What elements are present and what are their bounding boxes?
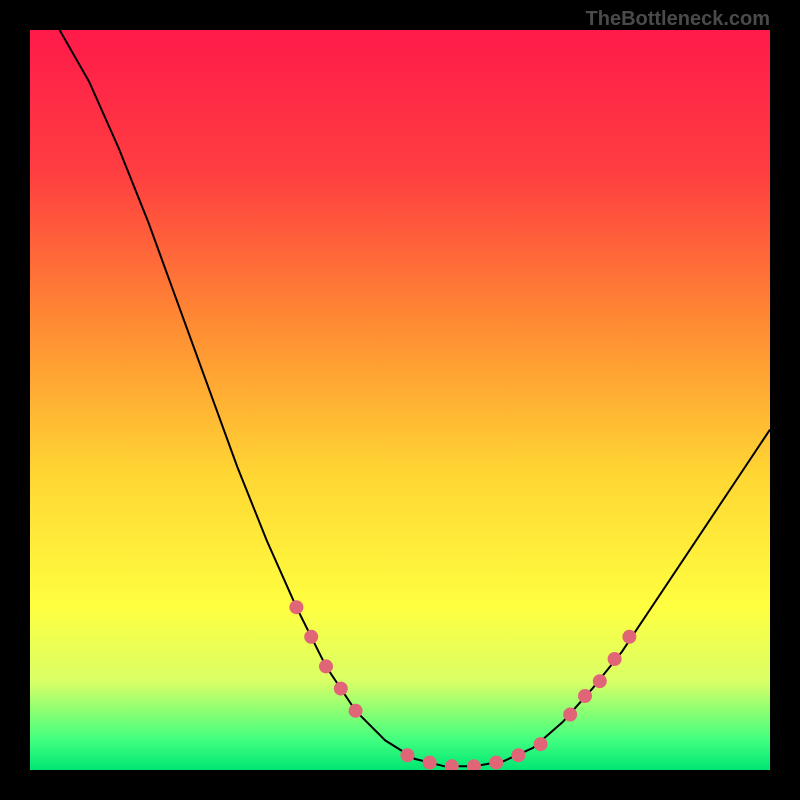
- marker-dot: [534, 737, 548, 751]
- data-markers: [289, 600, 636, 770]
- marker-dot: [511, 748, 525, 762]
- marker-dot: [578, 689, 592, 703]
- marker-dot: [593, 674, 607, 688]
- marker-dot: [489, 756, 503, 770]
- marker-dot: [563, 708, 577, 722]
- plot-area: [30, 30, 770, 770]
- curve-layer: [30, 30, 770, 770]
- marker-dot: [319, 659, 333, 673]
- marker-dot: [334, 682, 348, 696]
- marker-dot: [445, 759, 459, 770]
- marker-dot: [467, 759, 481, 770]
- marker-dot: [349, 704, 363, 718]
- watermark-text: TheBottleneck.com: [586, 8, 770, 31]
- marker-dot: [400, 748, 414, 762]
- marker-dot: [289, 600, 303, 614]
- marker-dot: [423, 756, 437, 770]
- marker-dot: [304, 630, 318, 644]
- marker-dot: [622, 630, 636, 644]
- marker-dot: [608, 652, 622, 666]
- bottleneck-curve: [60, 30, 770, 766]
